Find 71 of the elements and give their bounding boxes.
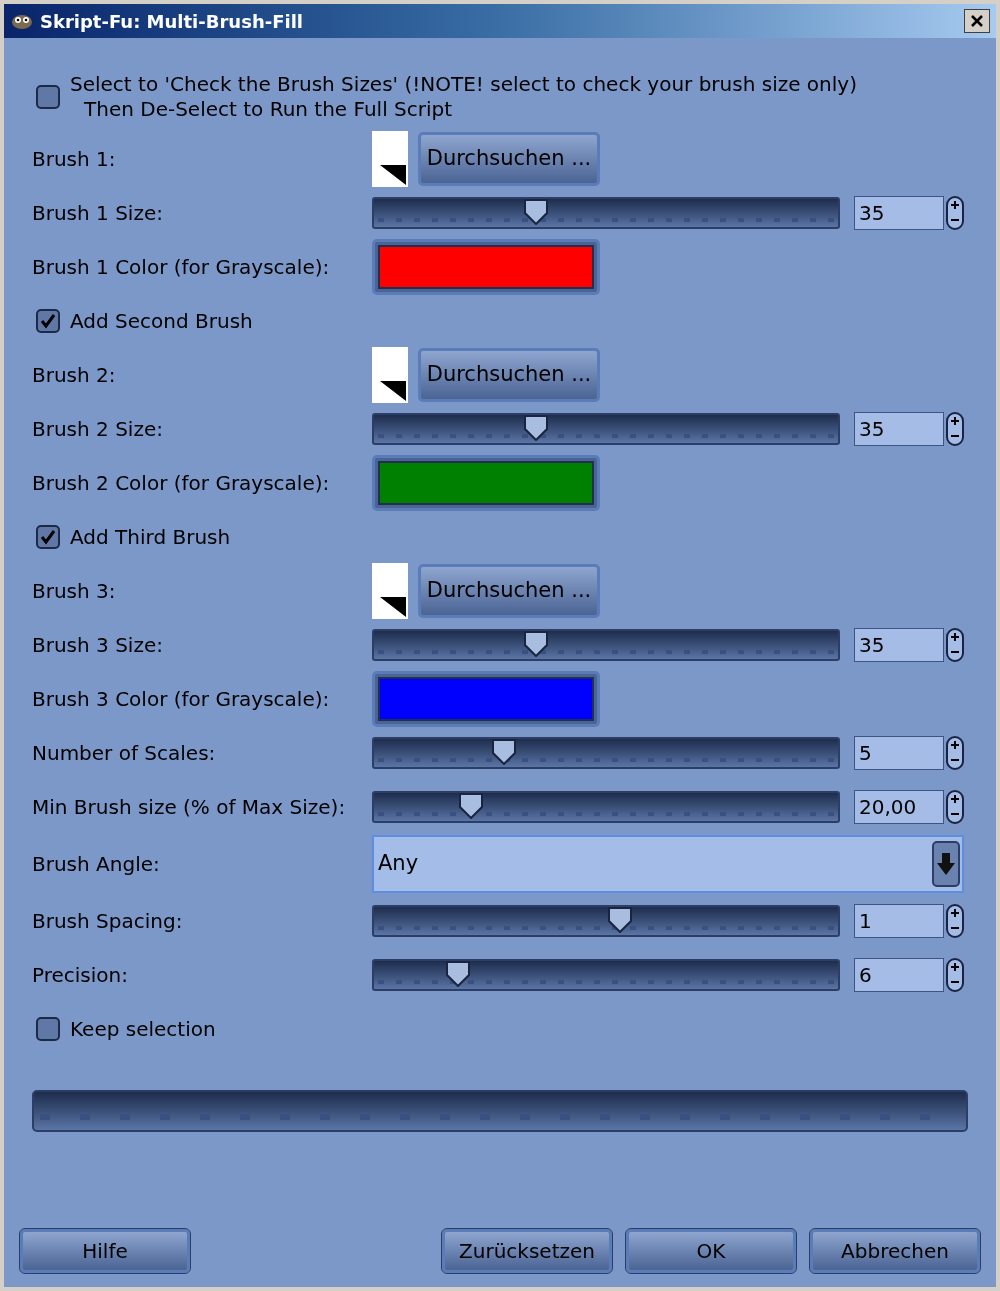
spin-field[interactable]: 6 bbox=[854, 958, 944, 992]
slider-thumb[interactable] bbox=[523, 199, 550, 225]
color-button[interactable] bbox=[372, 455, 600, 511]
field-label: Brush 3 Size: bbox=[32, 632, 164, 659]
close-icon bbox=[970, 14, 984, 28]
app-icon bbox=[10, 12, 34, 30]
checkbox-label: Add Second Brush bbox=[70, 308, 253, 334]
field-label: Brush 2 Size: bbox=[32, 416, 164, 443]
spin-buttons-icon[interactable] bbox=[946, 628, 964, 662]
brush-preview-icon[interactable] bbox=[372, 563, 408, 619]
slider-thumb[interactable] bbox=[523, 415, 550, 441]
spin-buttons-icon[interactable] bbox=[946, 790, 964, 824]
brush-preview-icon[interactable] bbox=[372, 131, 408, 187]
field-label: Brush 3: bbox=[32, 578, 117, 605]
browse-button[interactable]: Durchsuchen ... bbox=[418, 564, 600, 618]
slider-track[interactable] bbox=[372, 413, 840, 445]
brush-preview-icon[interactable] bbox=[372, 347, 408, 403]
slider-thumb[interactable] bbox=[458, 793, 485, 819]
field-label: Brush 2 Color (for Grayscale): bbox=[32, 470, 331, 497]
spin-buttons-icon[interactable] bbox=[946, 904, 964, 938]
checkbox-label: Then De-Select to Run the Full Script bbox=[83, 97, 454, 122]
check-icon bbox=[40, 529, 56, 545]
field-label: Brush 1 Color (for Grayscale): bbox=[32, 254, 331, 281]
slider-track[interactable] bbox=[372, 791, 840, 823]
field-label: Brush Spacing: bbox=[32, 908, 184, 935]
field-label: Precision: bbox=[32, 962, 129, 989]
field-label: Brush 1: bbox=[32, 146, 117, 173]
slider-thumb[interactable] bbox=[523, 631, 550, 657]
spin-field[interactable]: 35 bbox=[854, 196, 944, 230]
browse-button[interactable]: Durchsuchen ... bbox=[418, 348, 600, 402]
dialog-button[interactable]: OK bbox=[626, 1229, 796, 1273]
field-label: Number of Scales: bbox=[32, 740, 217, 767]
spin-field[interactable]: 35 bbox=[854, 412, 944, 446]
checkbox[interactable] bbox=[36, 85, 60, 109]
checkbox-label: Add Third Brush bbox=[70, 524, 231, 550]
spin-field[interactable]: 5 bbox=[854, 736, 944, 770]
spin-field[interactable]: 20,00 bbox=[854, 790, 944, 824]
checkbox-label: Keep selection bbox=[70, 1016, 216, 1042]
spin-buttons-icon[interactable] bbox=[946, 736, 964, 770]
dialog-button[interactable]: Zurücksetzen bbox=[442, 1229, 612, 1273]
slider-track[interactable] bbox=[372, 905, 840, 937]
slider-track[interactable] bbox=[372, 737, 840, 769]
slider-track[interactable] bbox=[372, 197, 840, 229]
dropdown[interactable]: Any bbox=[372, 835, 964, 893]
checkbox[interactable] bbox=[36, 309, 60, 333]
slider-thumb[interactable] bbox=[490, 739, 517, 765]
spin-buttons-icon[interactable] bbox=[946, 196, 964, 230]
spin-buttons-icon[interactable] bbox=[946, 412, 964, 446]
field-label: Brush 2: bbox=[32, 362, 117, 389]
checkbox-label: Select to 'Check the Brush Sizes' (!NOTE! select to check your brush size only) bbox=[70, 72, 857, 97]
close-button[interactable] bbox=[964, 9, 990, 33]
field-label: Brush 1 Size: bbox=[32, 200, 164, 227]
field-label: Brush Angle: bbox=[32, 851, 161, 878]
spin-buttons-icon[interactable] bbox=[946, 958, 964, 992]
slider-track[interactable] bbox=[372, 629, 840, 661]
color-button[interactable] bbox=[372, 239, 600, 295]
checkbox[interactable] bbox=[36, 525, 60, 549]
field-label: Min Brush size (% of Max Size): bbox=[32, 794, 347, 821]
browse-button[interactable]: Durchsuchen ... bbox=[418, 132, 600, 186]
checkbox[interactable] bbox=[36, 1017, 60, 1041]
dialog-button[interactable]: Abbrechen bbox=[810, 1229, 980, 1273]
slider-thumb[interactable] bbox=[444, 961, 471, 987]
check-icon bbox=[40, 313, 56, 329]
window-title: Skript-Fu: Multi-Brush-Fill bbox=[40, 9, 304, 34]
field-label: Brush 3 Color (for Grayscale): bbox=[32, 686, 331, 713]
dialog-button[interactable]: Hilfe bbox=[20, 1229, 190, 1273]
spin-field[interactable]: 1 bbox=[854, 904, 944, 938]
slider-thumb[interactable] bbox=[606, 907, 633, 933]
slider-track[interactable] bbox=[372, 959, 840, 991]
color-button[interactable] bbox=[372, 671, 600, 727]
spin-field[interactable]: 35 bbox=[854, 628, 944, 662]
